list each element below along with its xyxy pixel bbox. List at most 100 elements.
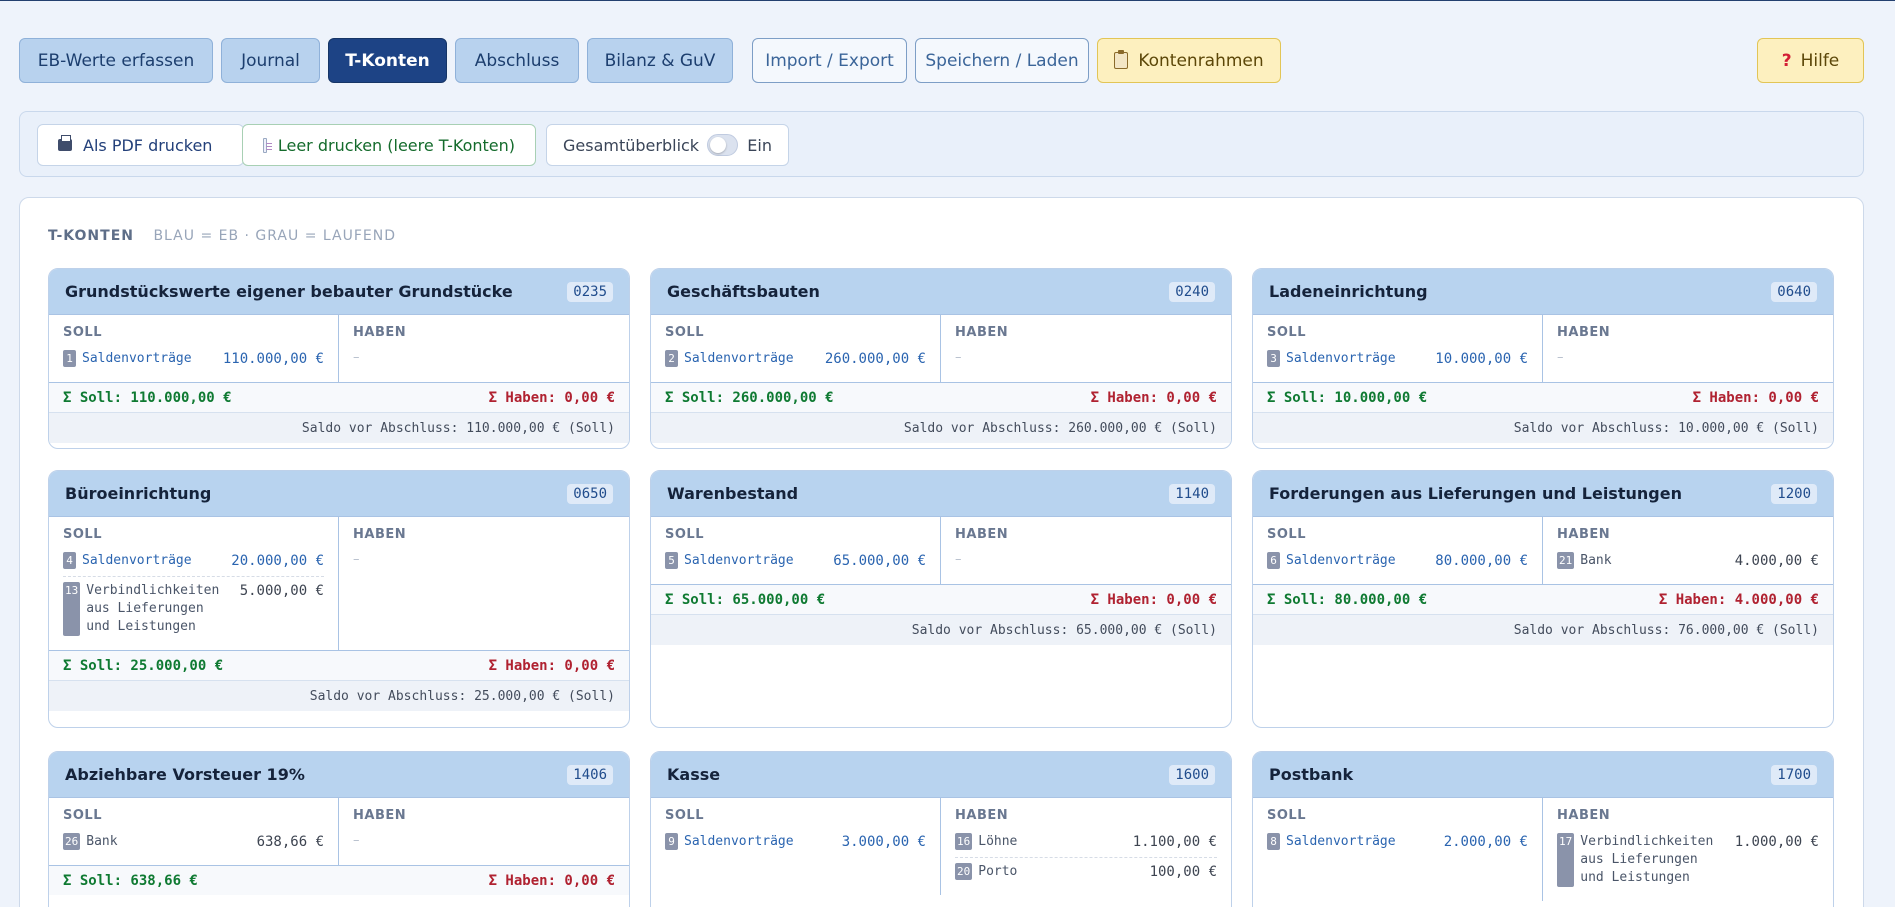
sum-soll: Σ Soll: 80.000,00 € [1267, 591, 1428, 608]
account-number: 1700 [1771, 764, 1817, 785]
soll-side: SOLL 2 Saldenvorträge 260.000,00 € [651, 315, 941, 382]
haben-side-label: HABEN [1557, 808, 1611, 823]
soll-side-label: SOLL [665, 325, 704, 340]
account-number: 0235 [567, 281, 613, 302]
haben-side-label: HABEN [353, 808, 407, 823]
nav-eb-werte-button[interactable]: EB-Werte erfassen [19, 38, 213, 83]
soll-side: SOLL 3 Saldenvorträge 10.000,00 € [1253, 315, 1543, 382]
sum-row: Σ Soll: 65.000,00 € Σ Haben: 0,00 € [651, 584, 1231, 614]
haben-side: HABEN 16 Löhne 1.100,00 € 20 Porto 100,00 € [941, 798, 1231, 895]
overview-toggle[interactable] [707, 134, 739, 156]
booking-entry[interactable]: 3 Saldenvorträge 10.000,00 € [1267, 350, 1528, 368]
empty-dash: – [955, 552, 962, 567]
booking-entry[interactable]: 26 Bank 638,66 € [63, 833, 324, 851]
haben-side-label: HABEN [1557, 325, 1611, 340]
sum-row: Σ Soll: 110.000,00 € Σ Haben: 0,00 € [49, 382, 629, 412]
sum-haben: Σ Haben: 0,00 € [1692, 389, 1819, 406]
account-number: 1406 [567, 764, 613, 785]
booking-amount: 100,00 € [1149, 864, 1217, 880]
soll-side-label: SOLL [1267, 527, 1306, 542]
account-header: Warenbestand 1140 [651, 471, 1231, 516]
kontenrahmen-label: Kontenrahmen [1138, 50, 1264, 71]
booking-amount: 65.000,00 € [833, 553, 926, 569]
haben-side: HABEN 21 Bank 4.000,00 € [1543, 517, 1833, 584]
nav-journal-button[interactable]: Journal [221, 38, 320, 83]
booking-account: Saldenvorträge [684, 553, 794, 568]
booking-amount: 20.000,00 € [231, 553, 324, 569]
account-number: 1140 [1169, 483, 1215, 504]
taccount-1200: Forderungen aus Lieferungen und Leistung… [1252, 470, 1834, 728]
hilfe-button[interactable]: ? Hilfe [1757, 38, 1864, 83]
soll-side-label: SOLL [63, 527, 102, 542]
haben-side: HABEN – [941, 517, 1231, 584]
booking-account: Saldenvorträge [1286, 351, 1396, 366]
nav-tkonten-button[interactable]: T-Konten [328, 38, 447, 83]
taccount-0235: Grundstückswerte eigener bebauter Grunds… [48, 268, 630, 449]
booking-entry[interactable]: 17 Verbindlichkeiten aus Lieferungen und … [1557, 833, 1819, 887]
booking-entry[interactable]: 13 Verbindlichkeiten aus Lieferungen und … [63, 576, 324, 636]
tkonten-panel: T-KONTEN BLAU = EB · GRAU = LAUFEND Grun… [19, 197, 1864, 907]
print-pdf-button[interactable]: Als PDF drucken [37, 124, 244, 166]
booking-number-badge: 16 [955, 833, 973, 850]
soll-side: SOLL 8 Saldenvorträge 2.000,00 € [1253, 798, 1543, 901]
booking-entry[interactable]: 20 Porto 100,00 € [955, 857, 1217, 881]
overview-state: Ein [747, 135, 772, 155]
sum-soll: Σ Soll: 10.000,00 € [1267, 389, 1428, 406]
booking-account: Saldenvorträge [1286, 553, 1396, 568]
account-number: 0650 [567, 483, 613, 504]
booking-amount: 110.000,00 € [222, 351, 324, 367]
print-empty-label: Leer drucken (leere T-Konten) [277, 135, 515, 155]
haben-side-label: HABEN [353, 527, 407, 542]
sum-haben: Σ Haben: 0,00 € [488, 389, 615, 406]
taccount-1700: Postbank 1700 SOLL 8 Saldenvorträge 2.000,00 … [1252, 751, 1834, 907]
booking-amount: 5.000,00 € [239, 583, 324, 599]
booking-entry[interactable]: 2 Saldenvorträge 260.000,00 € [665, 350, 926, 368]
booking-account: Verbindlichkeiten aus Lieferungen und Le… [86, 583, 220, 634]
soll-side-label: SOLL [1267, 808, 1306, 823]
account-number: 1200 [1771, 483, 1817, 504]
sum-haben: Σ Haben: 0,00 € [1090, 389, 1217, 406]
account-title: Ladeneinrichtung [1269, 282, 1428, 301]
account-title: Abziehbare Vorsteuer 19% [65, 765, 305, 784]
booking-account: Saldenvorträge [684, 834, 794, 849]
nav-abschluss-button[interactable]: Abschluss [455, 38, 579, 83]
account-title: Grundstückswerte eigener bebauter Grunds… [65, 282, 513, 301]
haben-side-label: HABEN [955, 527, 1009, 542]
booking-number-badge: 5 [665, 552, 678, 569]
booking-account: Saldenvorträge [82, 351, 192, 366]
booking-entry[interactable]: 16 Löhne 1.100,00 € [955, 833, 1217, 851]
account-number: 0640 [1771, 281, 1817, 302]
section-title: T-KONTEN [48, 228, 134, 244]
booking-entry[interactable]: 1 Saldenvorträge 110.000,00 € [63, 350, 324, 368]
booking-entry[interactable]: 21 Bank 4.000,00 € [1557, 552, 1819, 570]
booking-number-badge: 1 [63, 350, 76, 367]
booking-entry[interactable]: 4 Saldenvorträge 20.000,00 € [63, 552, 324, 570]
sum-haben: Σ Haben: 4.000,00 € [1658, 591, 1819, 608]
booking-entry[interactable]: 9 Saldenvorträge 3.000,00 € [665, 833, 926, 851]
haben-side: HABEN – [1543, 315, 1833, 382]
booking-number-badge: 3 [1267, 350, 1280, 367]
soll-side: SOLL 6 Saldenvorträge 80.000,00 € [1253, 517, 1543, 584]
booking-amount: 638,66 € [256, 834, 324, 850]
booking-entry[interactable]: 6 Saldenvorträge 80.000,00 € [1267, 552, 1528, 570]
booking-entry[interactable]: 5 Saldenvorträge 65.000,00 € [665, 552, 926, 570]
speichern-laden-button[interactable]: Speichern / Laden [915, 38, 1089, 83]
booking-number-badge: 13 [63, 582, 81, 636]
question-icon: ? [1781, 50, 1792, 71]
section-legend: BLAU = EB · GRAU = LAUFEND [153, 228, 396, 244]
print-empty-button[interactable]: Leer drucken (leere T-Konten) [242, 124, 536, 166]
nav-bilanz-guv-button[interactable]: Bilanz & GuV [587, 38, 733, 83]
taccount-1600: Kasse 1600 SOLL 9 Saldenvorträge 3.000,00 € HA… [650, 751, 1232, 907]
saldo-row: Saldo vor Abschluss: 65.000,00 € (Soll) [651, 614, 1231, 645]
print-pdf-label: Als PDF drucken [83, 135, 213, 155]
booking-entry[interactable]: 8 Saldenvorträge 2.000,00 € [1267, 833, 1528, 851]
saldo-row: Saldo vor Abschluss: 260.000,00 € (Soll) [651, 412, 1231, 443]
sum-soll: Σ Soll: 65.000,00 € [665, 591, 826, 608]
kontenrahmen-button[interactable]: Kontenrahmen [1097, 38, 1281, 83]
booking-amount: 2.000,00 € [1443, 834, 1528, 850]
account-header: Ladeneinrichtung 0640 [1253, 269, 1833, 314]
account-header: Grundstückswerte eigener bebauter Grunds… [49, 269, 629, 314]
import-export-button[interactable]: Import / Export [752, 38, 907, 83]
soll-side: SOLL 26 Bank 638,66 € [49, 798, 339, 865]
haben-side: HABEN – [941, 315, 1231, 382]
